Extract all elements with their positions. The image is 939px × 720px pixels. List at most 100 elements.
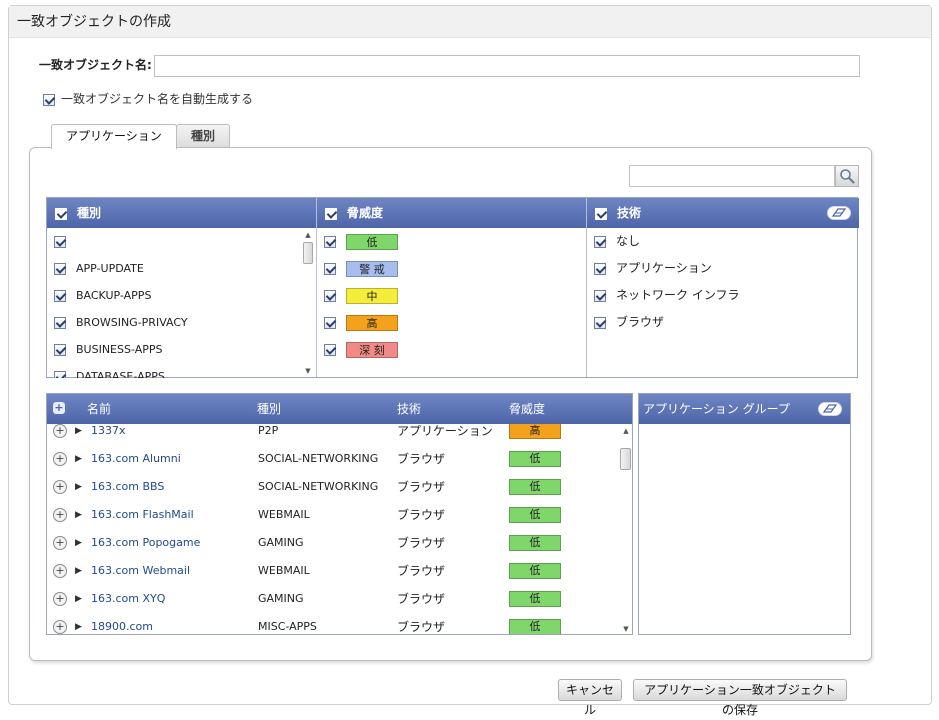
app-threat-badge: 低 xyxy=(509,535,561,551)
technology-select-all-checkbox[interactable] xyxy=(595,207,607,220)
table-row[interactable]: + ▶ 163.com BBS SOCIAL-NETWORKING ブラウザ 低 xyxy=(47,473,619,501)
technology-item-checkbox[interactable] xyxy=(594,290,606,302)
threat-item-checkbox[interactable] xyxy=(324,290,336,302)
add-app-icon[interactable]: + xyxy=(53,424,67,438)
search-input[interactable] xyxy=(629,165,835,187)
technology-item[interactable]: ブラウザ xyxy=(587,309,859,336)
category-item-label: APP-UPDATE xyxy=(76,262,144,275)
app-name[interactable]: 163.com Webmail xyxy=(91,557,190,585)
category-item[interactable]: APP-UPDATE xyxy=(47,255,316,282)
expand-row-icon[interactable]: ▶ xyxy=(75,529,82,557)
category-item-checkbox[interactable] xyxy=(54,317,66,329)
app-category: WEBMAIL xyxy=(258,508,310,521)
scroll-down-arrow-icon[interactable]: ▼ xyxy=(302,366,314,376)
eraser-icon xyxy=(831,208,847,217)
category-filter-title: 種別 xyxy=(77,206,102,220)
threat-item-checkbox[interactable] xyxy=(324,344,336,356)
save-match-object-button[interactable]: アプリケーション一致オブジェクトの保存 xyxy=(633,679,847,717)
column-threat[interactable]: 脅威度 xyxy=(509,394,545,424)
magnifier-icon xyxy=(840,169,855,184)
technology-item-label: アプリケーション xyxy=(616,261,712,275)
technology-item[interactable]: ネットワーク インフラ xyxy=(587,282,859,309)
threat-item[interactable]: 深 刻 xyxy=(317,336,586,363)
column-category[interactable]: 種別 xyxy=(257,394,281,424)
technology-filter-column: 技術 なし アプリケーション ネットワーク インフラ ブラウザ xyxy=(587,198,859,377)
tab-category[interactable]: 種別 xyxy=(176,124,231,148)
autogen-name-option[interactable]: 一致オブジェクト名を自動生成する xyxy=(43,90,253,107)
app-threat-badge: 低 xyxy=(509,451,561,467)
category-item-checkbox[interactable] xyxy=(54,236,66,248)
autogen-name-checkbox[interactable] xyxy=(43,93,55,106)
threat-item[interactable]: 中 xyxy=(317,282,586,309)
threat-select-all-checkbox[interactable] xyxy=(325,207,337,220)
expand-row-icon[interactable]: ▶ xyxy=(75,501,82,529)
scroll-up-arrow-icon[interactable]: ▲ xyxy=(619,426,632,436)
technology-item-label: ネットワーク インフラ xyxy=(616,288,740,302)
table-row[interactable]: + ▶ 163.com XYQ GAMING ブラウザ 低 xyxy=(47,585,619,613)
threat-item-checkbox[interactable] xyxy=(324,317,336,329)
table-row[interactable]: + ▶ 163.com Popogame GAMING ブラウザ 低 xyxy=(47,529,619,557)
column-technology[interactable]: 技術 xyxy=(397,394,421,424)
add-app-icon[interactable]: + xyxy=(53,480,67,494)
category-item-label: BACKUP-APPS xyxy=(76,289,152,302)
table-row[interactable]: + ▶ 163.com FlashMail WEBMAIL ブラウザ 低 xyxy=(47,501,619,529)
add-app-icon[interactable]: + xyxy=(53,592,67,606)
category-scrollbar[interactable]: ▲ ▼ xyxy=(302,230,314,376)
category-item[interactable]: BACKUP-APPS xyxy=(47,282,316,309)
category-item-checkbox[interactable] xyxy=(54,371,66,378)
category-item[interactable]: DATABASE-APPS xyxy=(47,363,316,378)
cancel-button[interactable]: キャンセル xyxy=(558,679,622,717)
applications-table: + 名前 種別 技術 脅威度 + ▶ 1337x P2P アプリケーション 高 … xyxy=(46,393,633,635)
category-item[interactable] xyxy=(47,228,316,255)
threat-item[interactable]: 警 戒 xyxy=(317,255,586,282)
scroll-up-arrow-icon[interactable]: ▲ xyxy=(302,230,314,240)
category-item-checkbox[interactable] xyxy=(54,344,66,356)
expand-all-icon[interactable]: + xyxy=(53,402,65,414)
category-select-all-checkbox[interactable] xyxy=(55,207,67,220)
threat-item-checkbox[interactable] xyxy=(324,236,336,248)
app-name[interactable]: 163.com Alumni xyxy=(91,445,181,473)
add-app-icon[interactable]: + xyxy=(53,620,67,634)
table-row[interactable]: + ▶ 163.com Alumni SOCIAL-NETWORKING ブラウ… xyxy=(47,445,619,473)
app-name[interactable]: 163.com Popogame xyxy=(91,529,200,557)
expand-row-icon[interactable]: ▶ xyxy=(75,445,82,473)
scroll-thumb[interactable] xyxy=(620,448,631,470)
technology-item-checkbox[interactable] xyxy=(594,236,606,248)
expand-row-icon[interactable]: ▶ xyxy=(75,473,82,501)
category-item-checkbox[interactable] xyxy=(54,263,66,275)
scroll-thumb[interactable] xyxy=(303,242,313,264)
app-name[interactable]: 163.com BBS xyxy=(91,473,164,501)
tab-applications[interactable]: アプリケーション xyxy=(51,124,177,149)
add-app-icon[interactable]: + xyxy=(53,452,67,466)
scroll-down-arrow-icon[interactable]: ▼ xyxy=(619,624,632,634)
threat-item[interactable]: 高 xyxy=(317,309,586,336)
category-filter-list: APP-UPDATE BACKUP-APPS BROWSING-PRIVACY … xyxy=(47,228,316,378)
add-app-icon[interactable]: + xyxy=(53,564,67,578)
technology-item[interactable]: アプリケーション xyxy=(587,255,859,282)
table-row[interactable]: + ▶ 163.com Webmail WEBMAIL ブラウザ 低 xyxy=(47,557,619,585)
applications-scrollbar[interactable]: ▲ ▼ xyxy=(619,424,632,634)
technology-item-checkbox[interactable] xyxy=(594,263,606,275)
category-item[interactable]: BUSINESS-APPS xyxy=(47,336,316,363)
threat-item-checkbox[interactable] xyxy=(324,263,336,275)
app-name[interactable]: 18900.com xyxy=(91,613,153,634)
search-button[interactable] xyxy=(835,165,859,187)
app-name[interactable]: 163.com XYQ xyxy=(91,585,165,613)
app-name[interactable]: 163.com FlashMail xyxy=(91,501,194,529)
technology-item-checkbox[interactable] xyxy=(594,317,606,329)
expand-row-icon[interactable]: ▶ xyxy=(75,613,82,634)
threat-item[interactable]: 低 xyxy=(317,228,586,255)
category-item-checkbox[interactable] xyxy=(54,290,66,302)
expand-row-icon[interactable]: ▶ xyxy=(75,585,82,613)
category-item[interactable]: BROWSING-PRIVACY xyxy=(47,309,316,336)
technology-item[interactable]: なし xyxy=(587,228,859,255)
add-app-icon[interactable]: + xyxy=(53,508,67,522)
table-row[interactable]: + ▶ 18900.com MISC-APPS ブラウザ 低 xyxy=(47,613,619,634)
clear-groups-button[interactable] xyxy=(818,402,842,416)
match-object-name-input[interactable] xyxy=(154,55,860,77)
threat-badge: 警 戒 xyxy=(346,261,398,277)
column-name[interactable]: 名前 xyxy=(87,394,111,424)
expand-row-icon[interactable]: ▶ xyxy=(75,557,82,585)
clear-filter-button[interactable] xyxy=(827,206,851,220)
add-app-icon[interactable]: + xyxy=(53,536,67,550)
